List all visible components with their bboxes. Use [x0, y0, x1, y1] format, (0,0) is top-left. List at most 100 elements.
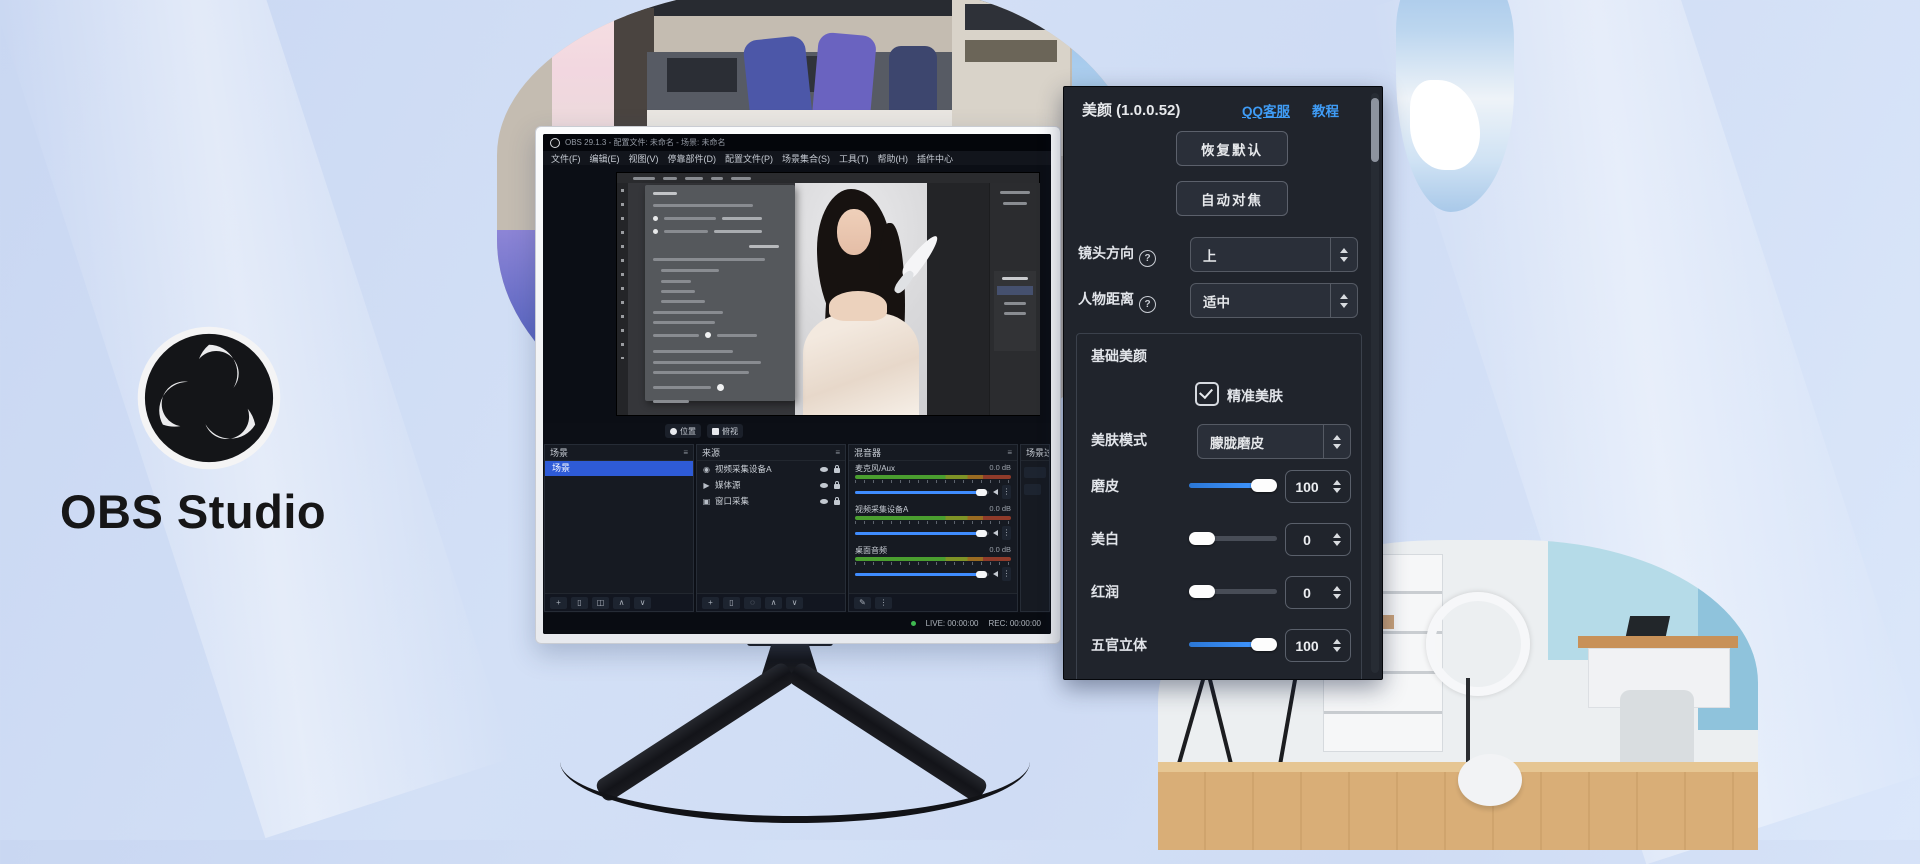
smoothing-slider[interactable]: [1189, 483, 1277, 488]
source-properties-button[interactable]: ◌: [744, 597, 761, 609]
help-icon[interactable]: ?: [1139, 296, 1156, 313]
desktop-hero: OBS Studio OBS 29.1.3 - 配置文件: 未命名 - 场景: …: [0, 0, 1920, 840]
visibility-eye-icon[interactable]: [820, 499, 828, 504]
menu-help[interactable]: 帮助(H): [878, 152, 909, 165]
scene-list-item[interactable]: 场景: [545, 461, 693, 476]
obs-statusbar: LIVE: 00:00:00 REC: 00:00:00: [543, 613, 1051, 634]
speaker-icon[interactable]: [993, 571, 998, 577]
dock-menu-icon[interactable]: ≡: [835, 448, 840, 457]
add-scene-button[interactable]: +: [550, 597, 567, 609]
preview-button-position[interactable]: 位置: [665, 424, 701, 438]
media-source-icon: ▶: [702, 481, 711, 490]
speaker-icon[interactable]: [993, 530, 998, 536]
menu-edit[interactable]: 编辑(E): [590, 152, 620, 165]
scene-up-button[interactable]: ∧: [613, 597, 630, 609]
studio-stool: [1458, 754, 1522, 806]
panel-scrollbar[interactable]: [1371, 93, 1379, 673]
dock-menu-icon[interactable]: ≡: [683, 448, 688, 457]
lock-icon[interactable]: [834, 500, 840, 505]
mixer-config-button[interactable]: ✎: [854, 597, 871, 609]
menu-profile[interactable]: 配置文件(P): [725, 152, 773, 165]
photo-blob-window: [1396, 0, 1514, 212]
preview-button-topview[interactable]: 俯视: [707, 424, 743, 438]
monitor-stand-base: [560, 700, 1030, 823]
source-row-media[interactable]: ▶ 媒体源: [697, 477, 845, 493]
select-stepper[interactable]: [1330, 284, 1357, 317]
menu-view[interactable]: 视图(V): [629, 152, 659, 165]
spin-arrows[interactable]: [1328, 639, 1350, 652]
transition-duration[interactable]: [1024, 484, 1041, 495]
select-stepper[interactable]: [1330, 238, 1357, 271]
help-icon[interactable]: ?: [1139, 250, 1156, 267]
menu-docks[interactable]: 停靠部件(D): [668, 152, 717, 165]
auto-focus-button[interactable]: 自动对焦: [1176, 181, 1288, 216]
mixer-channel: 桌面音频0.0 dB ⋮: [849, 543, 1017, 581]
volume-slider[interactable]: [855, 573, 989, 576]
restore-default-button[interactable]: 恢复默认: [1176, 131, 1288, 166]
menu-plugin-center[interactable]: 插件中心: [917, 152, 953, 165]
transition-select[interactable]: [1024, 467, 1046, 478]
spin-arrows[interactable]: [1328, 480, 1350, 493]
face-3d-slider[interactable]: [1189, 642, 1277, 647]
remove-scene-button[interactable]: ▯: [571, 597, 588, 609]
obs-titlebar: OBS 29.1.3 - 配置文件: 未命名 - 场景: 未命名: [543, 134, 1051, 151]
menu-tools[interactable]: 工具(T): [839, 152, 869, 165]
preview-toolbar: 位置 俯视: [543, 422, 1051, 440]
visibility-eye-icon[interactable]: [820, 483, 828, 488]
rosy-spinbox[interactable]: 0: [1285, 576, 1351, 609]
rosy-slider[interactable]: [1189, 589, 1277, 594]
obs-window-title: OBS 29.1.3 - 配置文件: 未命名 - 场景: 未命名: [565, 137, 725, 148]
obs-preview-area[interactable]: [543, 165, 1051, 423]
smoothing-spinbox[interactable]: 100: [1285, 470, 1351, 503]
scrollbar-thumb[interactable]: [1371, 98, 1379, 162]
scene-down-button[interactable]: ∨: [634, 597, 651, 609]
person-distance-select[interactable]: 适中: [1190, 283, 1358, 318]
mixer-channel: 视频采集设备A0.0 dB ⋮: [849, 502, 1017, 540]
scene-filters-button[interactable]: ◫: [592, 597, 609, 609]
volume-slider[interactable]: [855, 491, 989, 494]
dock-menu-icon[interactable]: ≡: [1007, 448, 1012, 457]
mixer-toolbar: ✎ ⋮: [849, 593, 1017, 611]
source-row-window[interactable]: ▣ 窗口采集: [697, 493, 845, 509]
camera-direction-select[interactable]: 上: [1190, 237, 1358, 272]
transitions-dock-title: 场景过渡: [1026, 446, 1050, 459]
source-down-button[interactable]: ∨: [786, 597, 803, 609]
menu-scene-collection[interactable]: 场景集合(S): [782, 152, 830, 165]
lock-icon[interactable]: [834, 468, 840, 473]
speaker-icon[interactable]: [993, 489, 998, 495]
studio-desk: [1578, 636, 1738, 648]
select-stepper[interactable]: [1323, 425, 1350, 458]
spin-arrows[interactable]: [1328, 533, 1350, 546]
precise-skin-label: 精准美肤: [1227, 386, 1283, 406]
whitening-slider[interactable]: [1189, 536, 1277, 541]
source-row-camera[interactable]: ◉ 视频采集设备A: [697, 461, 845, 477]
remove-source-button[interactable]: ▯: [723, 597, 740, 609]
slider-row-rosy: 红润 0: [1077, 576, 1361, 607]
mixer-more-button[interactable]: ⋮: [875, 597, 892, 609]
precise-skin-checkbox[interactable]: [1195, 382, 1219, 406]
mixer-channel: 麦克风/Aux0.0 dB ⋮: [849, 461, 1017, 499]
whitening-spinbox[interactable]: 0: [1285, 523, 1351, 556]
channel-menu-button[interactable]: ⋮: [1002, 485, 1011, 499]
visibility-eye-icon[interactable]: [820, 467, 828, 472]
lock-icon[interactable]: [834, 484, 840, 489]
channel-menu-button[interactable]: ⋮: [1002, 567, 1011, 581]
skin-mode-select[interactable]: 朦胧磨皮: [1197, 424, 1351, 459]
volume-slider[interactable]: [855, 532, 989, 535]
tutorial-link[interactable]: 教程: [1312, 100, 1339, 120]
add-source-button[interactable]: +: [702, 597, 719, 609]
volume-db-label: 0.0 dB: [989, 463, 1011, 474]
editor-toolbar: [617, 183, 628, 415]
channel-menu-button[interactable]: ⋮: [1002, 526, 1011, 540]
source-up-button[interactable]: ∧: [765, 597, 782, 609]
audio-meter: [855, 475, 1011, 479]
monitor-screen: OBS 29.1.3 - 配置文件: 未命名 - 场景: 未命名 文件(F) 编…: [543, 134, 1051, 634]
section-title: 基础美颜: [1091, 346, 1147, 366]
spin-arrows[interactable]: [1328, 586, 1350, 599]
obs-docks: 场景≡ 场景 + ▯ ◫ ∧ ∨ 来源≡ ◉ 视频采集设备A: [544, 444, 1050, 612]
obs-logo: [137, 326, 281, 470]
mixer-dock: 混音器≡ 麦克风/Aux0.0 dB ⋮ 视频采集设备A0.0 dB ⋮ 桌面音…: [848, 444, 1018, 612]
qq-support-link[interactable]: QQ客服: [1242, 100, 1290, 120]
face-3d-spinbox[interactable]: 100: [1285, 629, 1351, 662]
menu-file[interactable]: 文件(F): [551, 152, 581, 165]
